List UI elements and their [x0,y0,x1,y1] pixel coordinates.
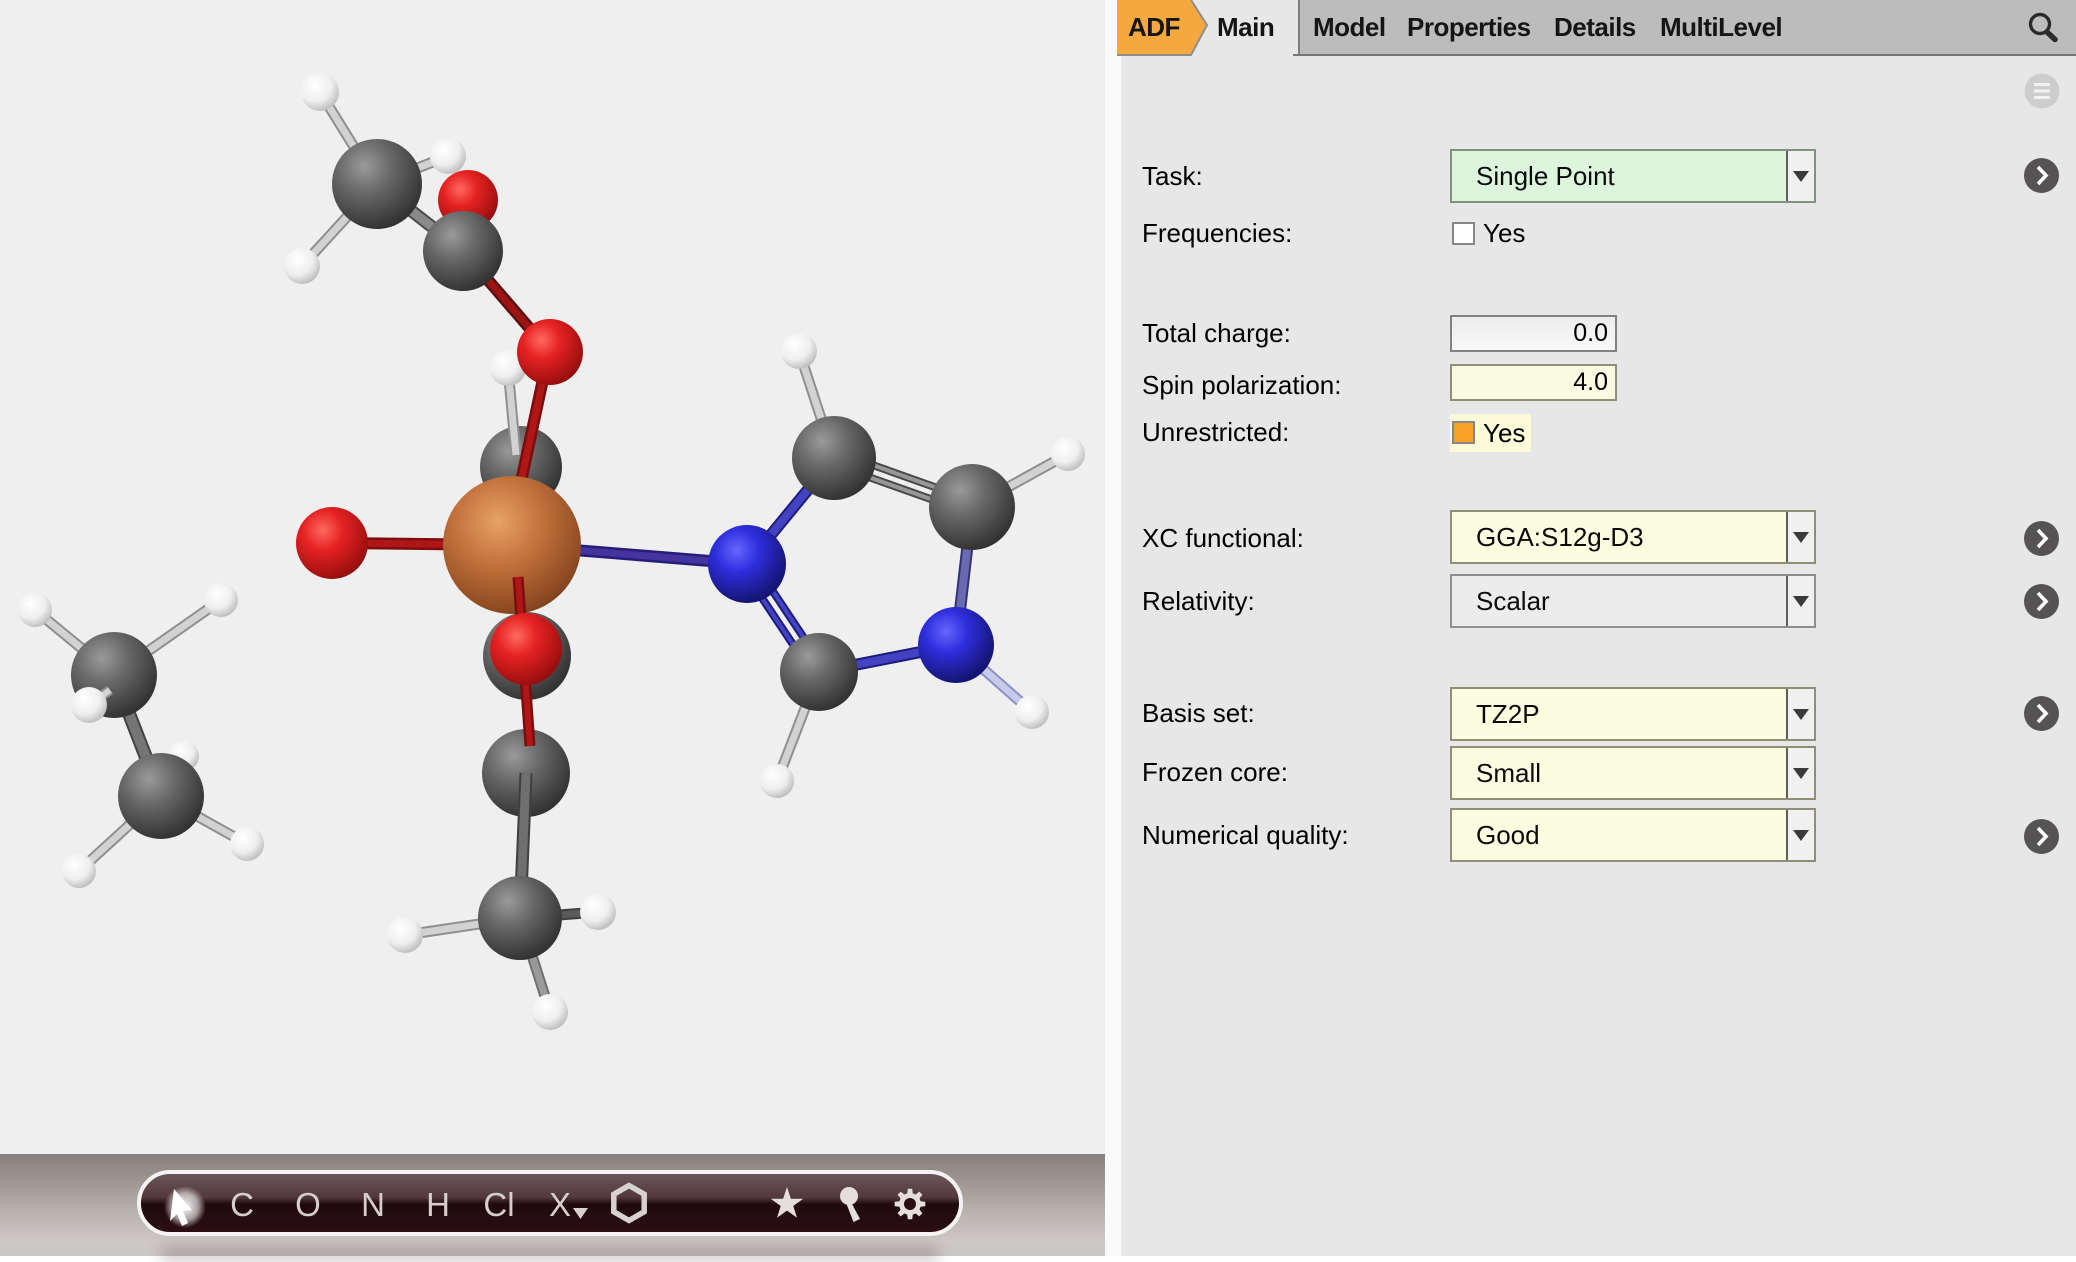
svg-text:X: X [549,1186,571,1223]
svg-text:N: N [361,1186,385,1223]
svg-text:O: O [295,1186,321,1223]
svg-text:Cl: Cl [483,1186,514,1223]
svg-text:H: H [426,1186,450,1223]
svg-text:C: C [230,1186,254,1223]
